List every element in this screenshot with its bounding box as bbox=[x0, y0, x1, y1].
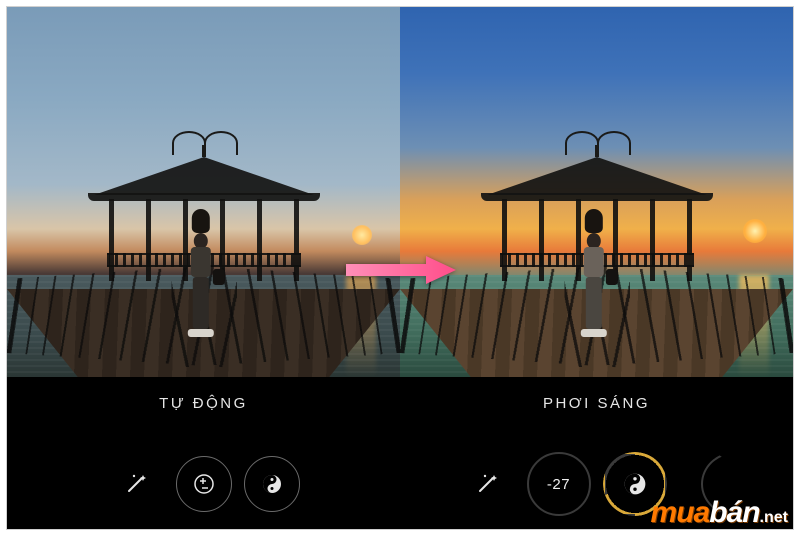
exposure-button[interactable] bbox=[176, 456, 232, 512]
comparison-frame: TỰ ĐỘNG bbox=[6, 6, 794, 530]
before-photo bbox=[7, 7, 400, 377]
magic-wand-icon bbox=[122, 470, 150, 498]
before-pane: TỰ ĐỘNG bbox=[7, 7, 400, 529]
contrast-dial-active[interactable] bbox=[603, 452, 667, 516]
exposure-icon bbox=[191, 471, 217, 497]
magic-wand-icon bbox=[473, 470, 501, 498]
before-controls bbox=[108, 447, 300, 521]
auto-enhance-button[interactable] bbox=[108, 456, 164, 512]
yin-yang-icon bbox=[620, 469, 650, 499]
before-editor-bar: TỰ ĐỘNG bbox=[7, 377, 400, 529]
exposure-value: -27 bbox=[547, 476, 570, 493]
exposure-dial[interactable]: -27 bbox=[527, 452, 591, 516]
contrast-button[interactable] bbox=[244, 456, 300, 512]
auto-enhance-button[interactable] bbox=[459, 456, 515, 512]
next-dial-peek[interactable] bbox=[679, 452, 735, 516]
after-editor-bar: PHƠI SÁNG -27 bbox=[400, 377, 793, 529]
yin-yang-icon bbox=[259, 471, 285, 497]
after-pane: PHƠI SÁNG -27 bbox=[400, 7, 793, 529]
after-mode-label: PHƠI SÁNG bbox=[543, 395, 650, 412]
after-controls: -27 bbox=[459, 447, 735, 521]
before-mode-label: TỰ ĐỘNG bbox=[159, 395, 248, 412]
after-photo bbox=[400, 7, 793, 377]
